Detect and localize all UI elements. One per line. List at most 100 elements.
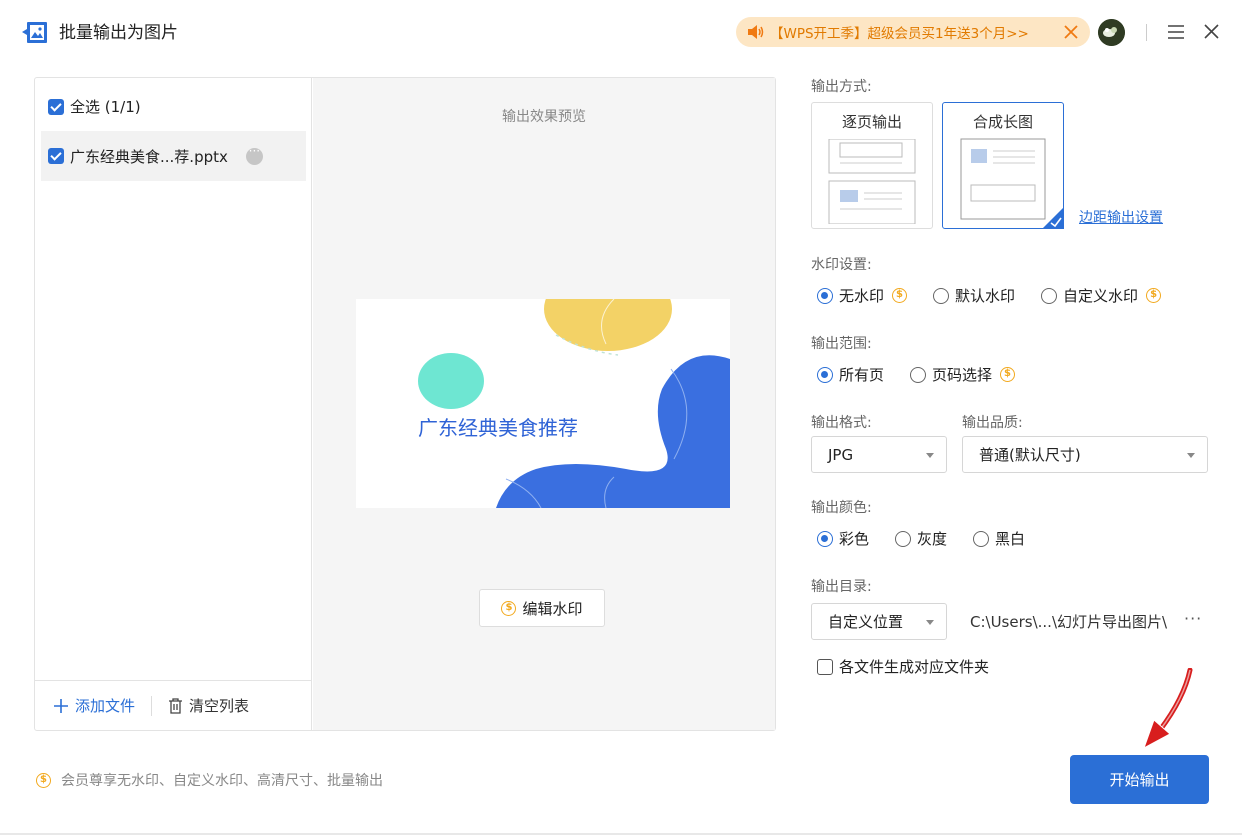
avatar[interactable] [1098,19,1125,46]
coin-icon: $ [892,288,908,303]
speaker-icon [748,25,764,39]
radio-no-watermark-label: 无水印 [839,287,885,305]
radio-default-watermark-label: 默认水印 [955,287,1016,305]
radio-no-watermark[interactable]: 无水印 $ [817,285,908,306]
close-icon[interactable] [1062,23,1080,41]
format-value: JPG [828,445,854,464]
slide-preview: 广东经典美食推荐 [356,299,730,508]
per-page-layout-icon [828,139,916,224]
image-export-icon [22,22,47,43]
quality-value: 普通(默认尺寸) [979,446,1081,464]
list-item[interactable]: 广东经典美食...荐.pptx [41,131,306,181]
select-all-checkbox[interactable]: 全选 (1/1) [48,96,141,117]
format-label: 输出格式: [811,415,872,431]
mode-card-long-image[interactable]: 合成长图 [942,102,1064,229]
radio-selected-icon[interactable] [817,287,833,304]
radio-color-label: 彩色 [839,530,870,548]
select-all-label: 全选 (1/1) [70,98,141,116]
directory-label: 输出目录: [811,579,872,595]
directory-location-select[interactable]: 自定义位置 [811,603,947,640]
range-options: 所有页 页码选择 $ [817,364,1041,385]
coin-icon: $ [501,600,517,616]
browse-more-button[interactable]: ··· [1184,609,1202,628]
mode-label-per-page: 逐页输出 [841,113,902,131]
footer-divider [151,695,153,716]
member-note: $ 会员尊享无水印、自定义水印、高清尺寸、批量输出 [36,770,383,790]
radio-black-white[interactable]: 黑白 [973,528,1025,549]
caret-down-icon [926,453,934,458]
radio-selected-icon[interactable] [817,530,833,547]
output-mode-label: 输出方式: [811,79,872,95]
preview-area: 输出效果预览 广东经典美食推荐 $ 编辑水印 [313,78,775,730]
start-export-button[interactable]: 开始输出 [1070,755,1209,804]
radio-black-white-label: 黑白 [995,530,1026,548]
per-file-folder-checkbox[interactable]: 各文件生成对应文件夹 [817,656,989,677]
title-bar: 批量输出为图片 【WPS开工季】超级会员买1年送3个月>> [0,0,1242,64]
radio-custom-watermark[interactable]: 自定义水印 $ [1041,285,1162,306]
mode-label-long-image: 合成长图 [972,113,1033,131]
checkbox-checked-icon[interactable] [48,148,64,164]
plus-icon [54,698,68,713]
edit-watermark-label: 编辑水印 [522,599,583,618]
radio-unselected-icon[interactable] [1041,287,1058,304]
directory-location-value: 自定义位置 [828,613,904,631]
radio-unselected-icon[interactable] [895,530,912,547]
format-select[interactable]: JPG [811,436,947,473]
member-note-text: 会员尊享无水印、自定义水印、高清尺寸、批量输出 [61,773,383,789]
radio-grayscale-label: 灰度 [917,530,948,548]
watermark-options: 无水印 $ 默认水印 自定义水印 $ [817,285,1187,306]
color-options: 彩色 灰度 黑白 [817,528,1051,549]
slide-title: 广东经典美食推荐 [418,416,578,440]
range-label: 输出范围: [811,336,872,352]
color-label: 输出颜色: [811,500,872,516]
margin-settings-link[interactable]: 边距输出设置 [1079,207,1163,227]
clear-list-label: 清空列表 [189,697,250,715]
titlebar-divider [1146,24,1147,41]
clear-list-button[interactable]: 清空列表 [168,695,249,716]
trash-icon [169,697,183,714]
directory-path: C:\Users\...\幻灯片导出图片\ [970,613,1168,631]
radio-all-pages[interactable]: 所有页 [817,364,884,385]
file-list-footer: 添加文件 清空列表 [35,680,311,730]
promo-text[interactable]: 【WPS开工季】超级会员买1年送3个月>> [770,22,1029,42]
radio-default-watermark[interactable]: 默认水印 [933,285,1015,306]
file-list: 全选 (1/1) 广东经典美食...荐.pptx 添加文件 清空列表 [35,78,312,730]
window-title: 批量输出为图片 [59,23,178,43]
add-file-button[interactable]: 添加文件 [53,695,135,716]
quality-label: 输出品质: [962,415,1023,431]
caret-down-icon [1187,453,1195,458]
slide-graphic [418,299,730,508]
promo-banner[interactable]: 【WPS开工季】超级会员买1年送3个月>> [736,17,1090,47]
add-file-label: 添加文件 [75,697,136,715]
watermark-label: 水印设置: [811,257,872,273]
radio-unselected-icon[interactable] [933,287,950,304]
mode-card-per-page[interactable]: 逐页输出 [811,102,933,229]
radio-selected-icon[interactable] [817,366,833,383]
checkbox-checked-icon[interactable] [48,98,64,115]
coin-icon: $ [1146,288,1162,303]
avatar-image-icon [1098,19,1125,46]
radio-all-pages-label: 所有页 [839,366,885,384]
radio-unselected-icon[interactable] [910,366,927,383]
radio-page-select-label: 页码选择 [932,366,993,384]
caret-down-icon [926,620,934,625]
red-arrow-annotation [1143,668,1193,750]
close-icon[interactable] [1203,23,1220,40]
long-image-layout-icon [960,138,1046,220]
menu-icon[interactable] [1166,22,1186,42]
radio-grayscale[interactable]: 灰度 [895,528,947,549]
radio-page-select[interactable]: 页码选择 $ [910,364,1016,385]
preview-title: 输出效果预览 [502,109,586,125]
radio-custom-watermark-label: 自定义水印 [1063,287,1139,305]
radio-unselected-icon[interactable] [973,530,990,547]
per-file-folder-label: 各文件生成对应文件夹 [839,658,990,676]
radio-color[interactable]: 彩色 [817,528,869,549]
more-options-icon[interactable] [245,144,263,165]
file-preview-panel: 全选 (1/1) 广东经典美食...荐.pptx 添加文件 清空列表 [34,77,776,731]
checkbox-unchecked-icon[interactable] [817,658,833,675]
file-name: 广东经典美食...荐.pptx [70,147,228,166]
edit-watermark-button[interactable]: $ 编辑水印 [479,589,605,627]
selected-check-icon [1042,207,1064,229]
quality-select[interactable]: 普通(默认尺寸) [962,436,1208,473]
coin-icon: $ [1000,367,1016,382]
